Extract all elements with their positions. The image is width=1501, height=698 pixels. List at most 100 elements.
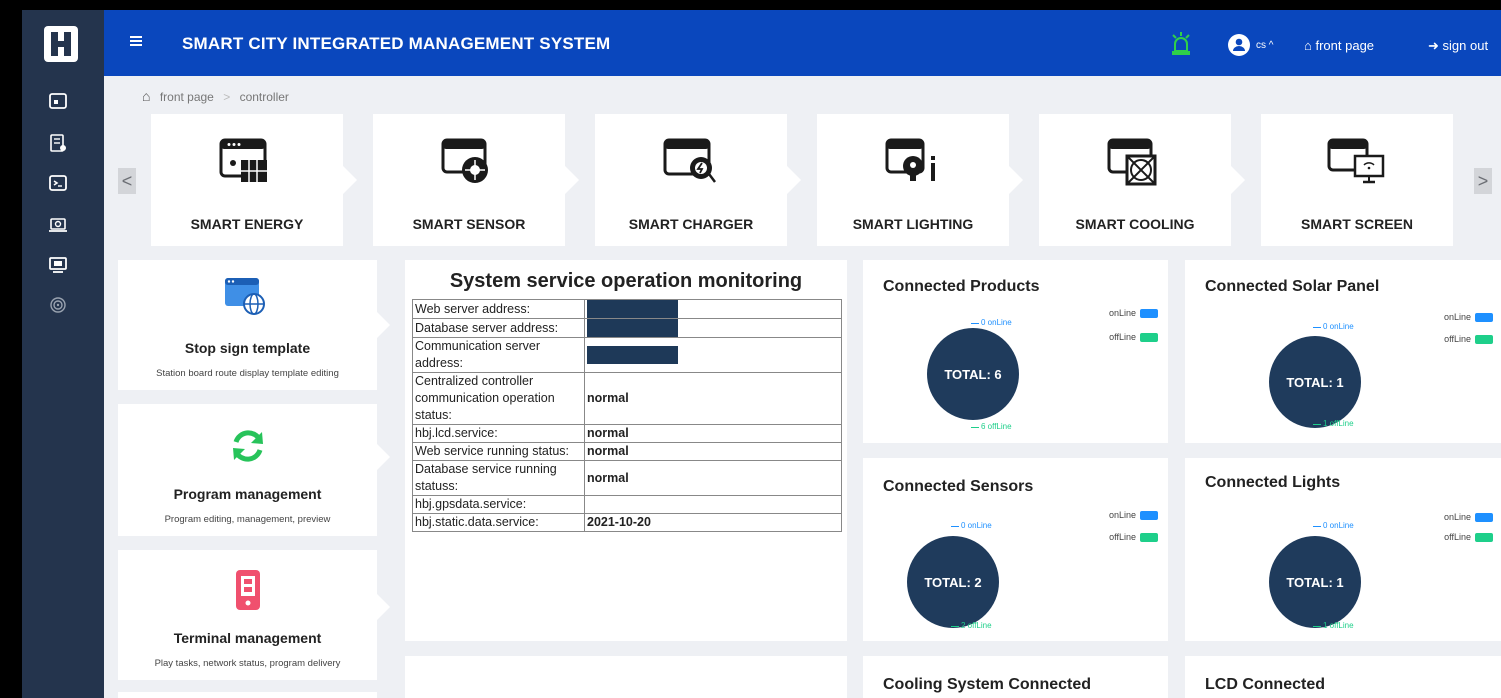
module-smart-screen[interactable]: SMART SCREEN	[1261, 114, 1453, 246]
fingerprint-icon[interactable]	[48, 296, 68, 314]
breadcrumb-separator: >	[223, 90, 231, 104]
smart-charger-icon	[663, 138, 716, 183]
online-count: 0 onLine	[961, 521, 992, 530]
row-value	[584, 337, 842, 373]
card-notch	[787, 166, 801, 194]
feature-stop-sign-template[interactable]: Stop sign template Station board route d…	[118, 260, 390, 390]
app-window: SMART CITY INTEGRATED MANAGEMENT SYSTEM …	[22, 10, 1501, 698]
redacted-value	[587, 346, 678, 364]
online-leader	[951, 526, 959, 527]
stat-connected-sensors: Connected Sensors TOTAL: 2 0 onLine 2 of…	[863, 458, 1168, 641]
row-value	[584, 318, 842, 338]
legend-online: onLine	[1109, 308, 1158, 319]
stat-connected-lights: Connected Lights TOTAL: 1 0 onLine 1 off…	[1185, 458, 1501, 641]
card-notch	[565, 166, 579, 194]
offline-leader	[1313, 626, 1321, 627]
smart-screen-icon	[1327, 138, 1385, 184]
offline-leader	[971, 427, 979, 428]
table-row: hbj.static.data.service: 2021-10-20	[412, 513, 842, 532]
row-key: Communication server address:	[412, 337, 585, 373]
stat-title: Cooling System Connected	[883, 676, 1092, 693]
row-key: Web service running status:	[412, 442, 585, 461]
feature-title: Terminal management	[173, 630, 322, 646]
legend-offline: offLine	[1444, 334, 1493, 345]
carousel-next-button[interactable]: >	[1474, 168, 1492, 194]
carousel-prev-button[interactable]: <	[118, 168, 136, 194]
feature-terminal-management[interactable]: Terminal management Play tasks, network …	[118, 550, 390, 680]
online-count: 0 onLine	[1323, 322, 1354, 331]
redacted-value	[587, 319, 678, 337]
breadcrumb-home[interactable]: front page	[160, 90, 214, 104]
online-swatch	[1475, 513, 1493, 523]
row-value: normal	[584, 424, 842, 443]
module-label: SMART ENERGY	[190, 216, 304, 232]
feature-desc: Play tasks, network status, program deli…	[154, 658, 341, 669]
feature-desc: Program editing, management, preview	[164, 514, 331, 525]
offline-count: 1 offLine	[1323, 419, 1354, 428]
card-notch	[377, 594, 390, 620]
card-notch	[377, 444, 390, 470]
front-page-link[interactable]: ⌂ front page	[1304, 38, 1374, 53]
offline-swatch	[1140, 333, 1158, 343]
offline-swatch	[1475, 335, 1493, 345]
module-smart-energy[interactable]: SMART ENERGY	[151, 114, 357, 246]
total-donut: TOTAL: 1	[1269, 336, 1361, 428]
table-row: Database service running statuss: normal	[412, 460, 842, 496]
table-row: Web server address:	[412, 299, 842, 319]
app-title: SMART CITY INTEGRATED MANAGEMENT SYSTEM	[182, 34, 611, 53]
service-status-table: Web server address: Database server addr…	[412, 299, 842, 532]
total-donut: TOTAL: 6	[927, 328, 1019, 420]
stat-title: Connected Solar Panel	[1205, 278, 1380, 295]
home-icon: ⌂	[142, 88, 151, 104]
empty-panel	[405, 656, 847, 698]
online-count: 0 onLine	[1323, 521, 1354, 530]
stat-title: Connected Products	[883, 278, 1040, 295]
stat-title: LCD Connected	[1205, 676, 1325, 693]
online-leader	[1313, 327, 1321, 328]
stat-title: Connected Lights	[1205, 474, 1341, 491]
module-label: SMART COOLING	[1075, 216, 1195, 232]
top-header: SMART CITY INTEGRATED MANAGEMENT SYSTEM …	[104, 10, 1501, 76]
feature-desc: Station board route display template edi…	[156, 368, 339, 379]
user-avatar[interactable]	[1228, 34, 1250, 56]
online-swatch	[1140, 309, 1158, 319]
dashboard-icon[interactable]	[48, 92, 68, 110]
legend-online: onLine	[1109, 510, 1158, 521]
monitor-alert-icon[interactable]	[48, 216, 68, 234]
row-key: Web server address:	[412, 299, 585, 319]
feature-card-partial[interactable]	[118, 692, 377, 698]
menu-toggle-icon[interactable]	[130, 34, 144, 48]
online-leader	[971, 323, 979, 324]
stat-connected-solar-panel: Connected Solar Panel TOTAL: 1 0 onLine …	[1185, 260, 1501, 443]
alarm-light-icon[interactable]	[1170, 31, 1192, 57]
smart-energy-icon	[219, 138, 267, 182]
terminal-icon[interactable]	[48, 174, 68, 192]
offline-count: 6 offLine	[981, 422, 1012, 431]
module-smart-lighting[interactable]: SMART LIGHTING	[817, 114, 1023, 246]
display-icon[interactable]	[48, 256, 68, 274]
monitor-title: System service operation monitoring	[449, 270, 803, 292]
feature-title: Stop sign template	[184, 340, 311, 356]
user-icon	[1233, 38, 1245, 51]
row-value	[584, 495, 842, 514]
row-value: 2021-10-20	[584, 513, 842, 532]
offline-swatch	[1140, 533, 1158, 543]
online-leader	[1313, 526, 1321, 527]
sign-out-link[interactable]: ➜ sign out	[1428, 38, 1488, 54]
module-label: SMART SENSOR	[412, 216, 526, 232]
card-notch	[1009, 166, 1023, 194]
module-smart-cooling[interactable]: SMART COOLING	[1039, 114, 1245, 246]
module-smart-sensor[interactable]: SMART SENSOR	[373, 114, 579, 246]
row-key: Centralized controller communication ope…	[412, 372, 585, 425]
row-value	[584, 299, 842, 319]
table-row: Database server address:	[412, 318, 842, 338]
app-logo-icon	[44, 26, 78, 62]
module-smart-charger[interactable]: SMART CHARGER	[595, 114, 801, 246]
service-monitor-panel: System service operation monitoring Web …	[405, 260, 847, 641]
sign-out-icon: ➜	[1428, 38, 1439, 53]
user-menu[interactable]: cs ^	[1256, 40, 1273, 51]
table-row: Communication server address:	[412, 337, 842, 373]
feature-program-management[interactable]: Program management Program editing, mana…	[118, 404, 390, 536]
document-settings-icon[interactable]	[48, 134, 68, 152]
smart-lighting-icon	[885, 138, 935, 181]
